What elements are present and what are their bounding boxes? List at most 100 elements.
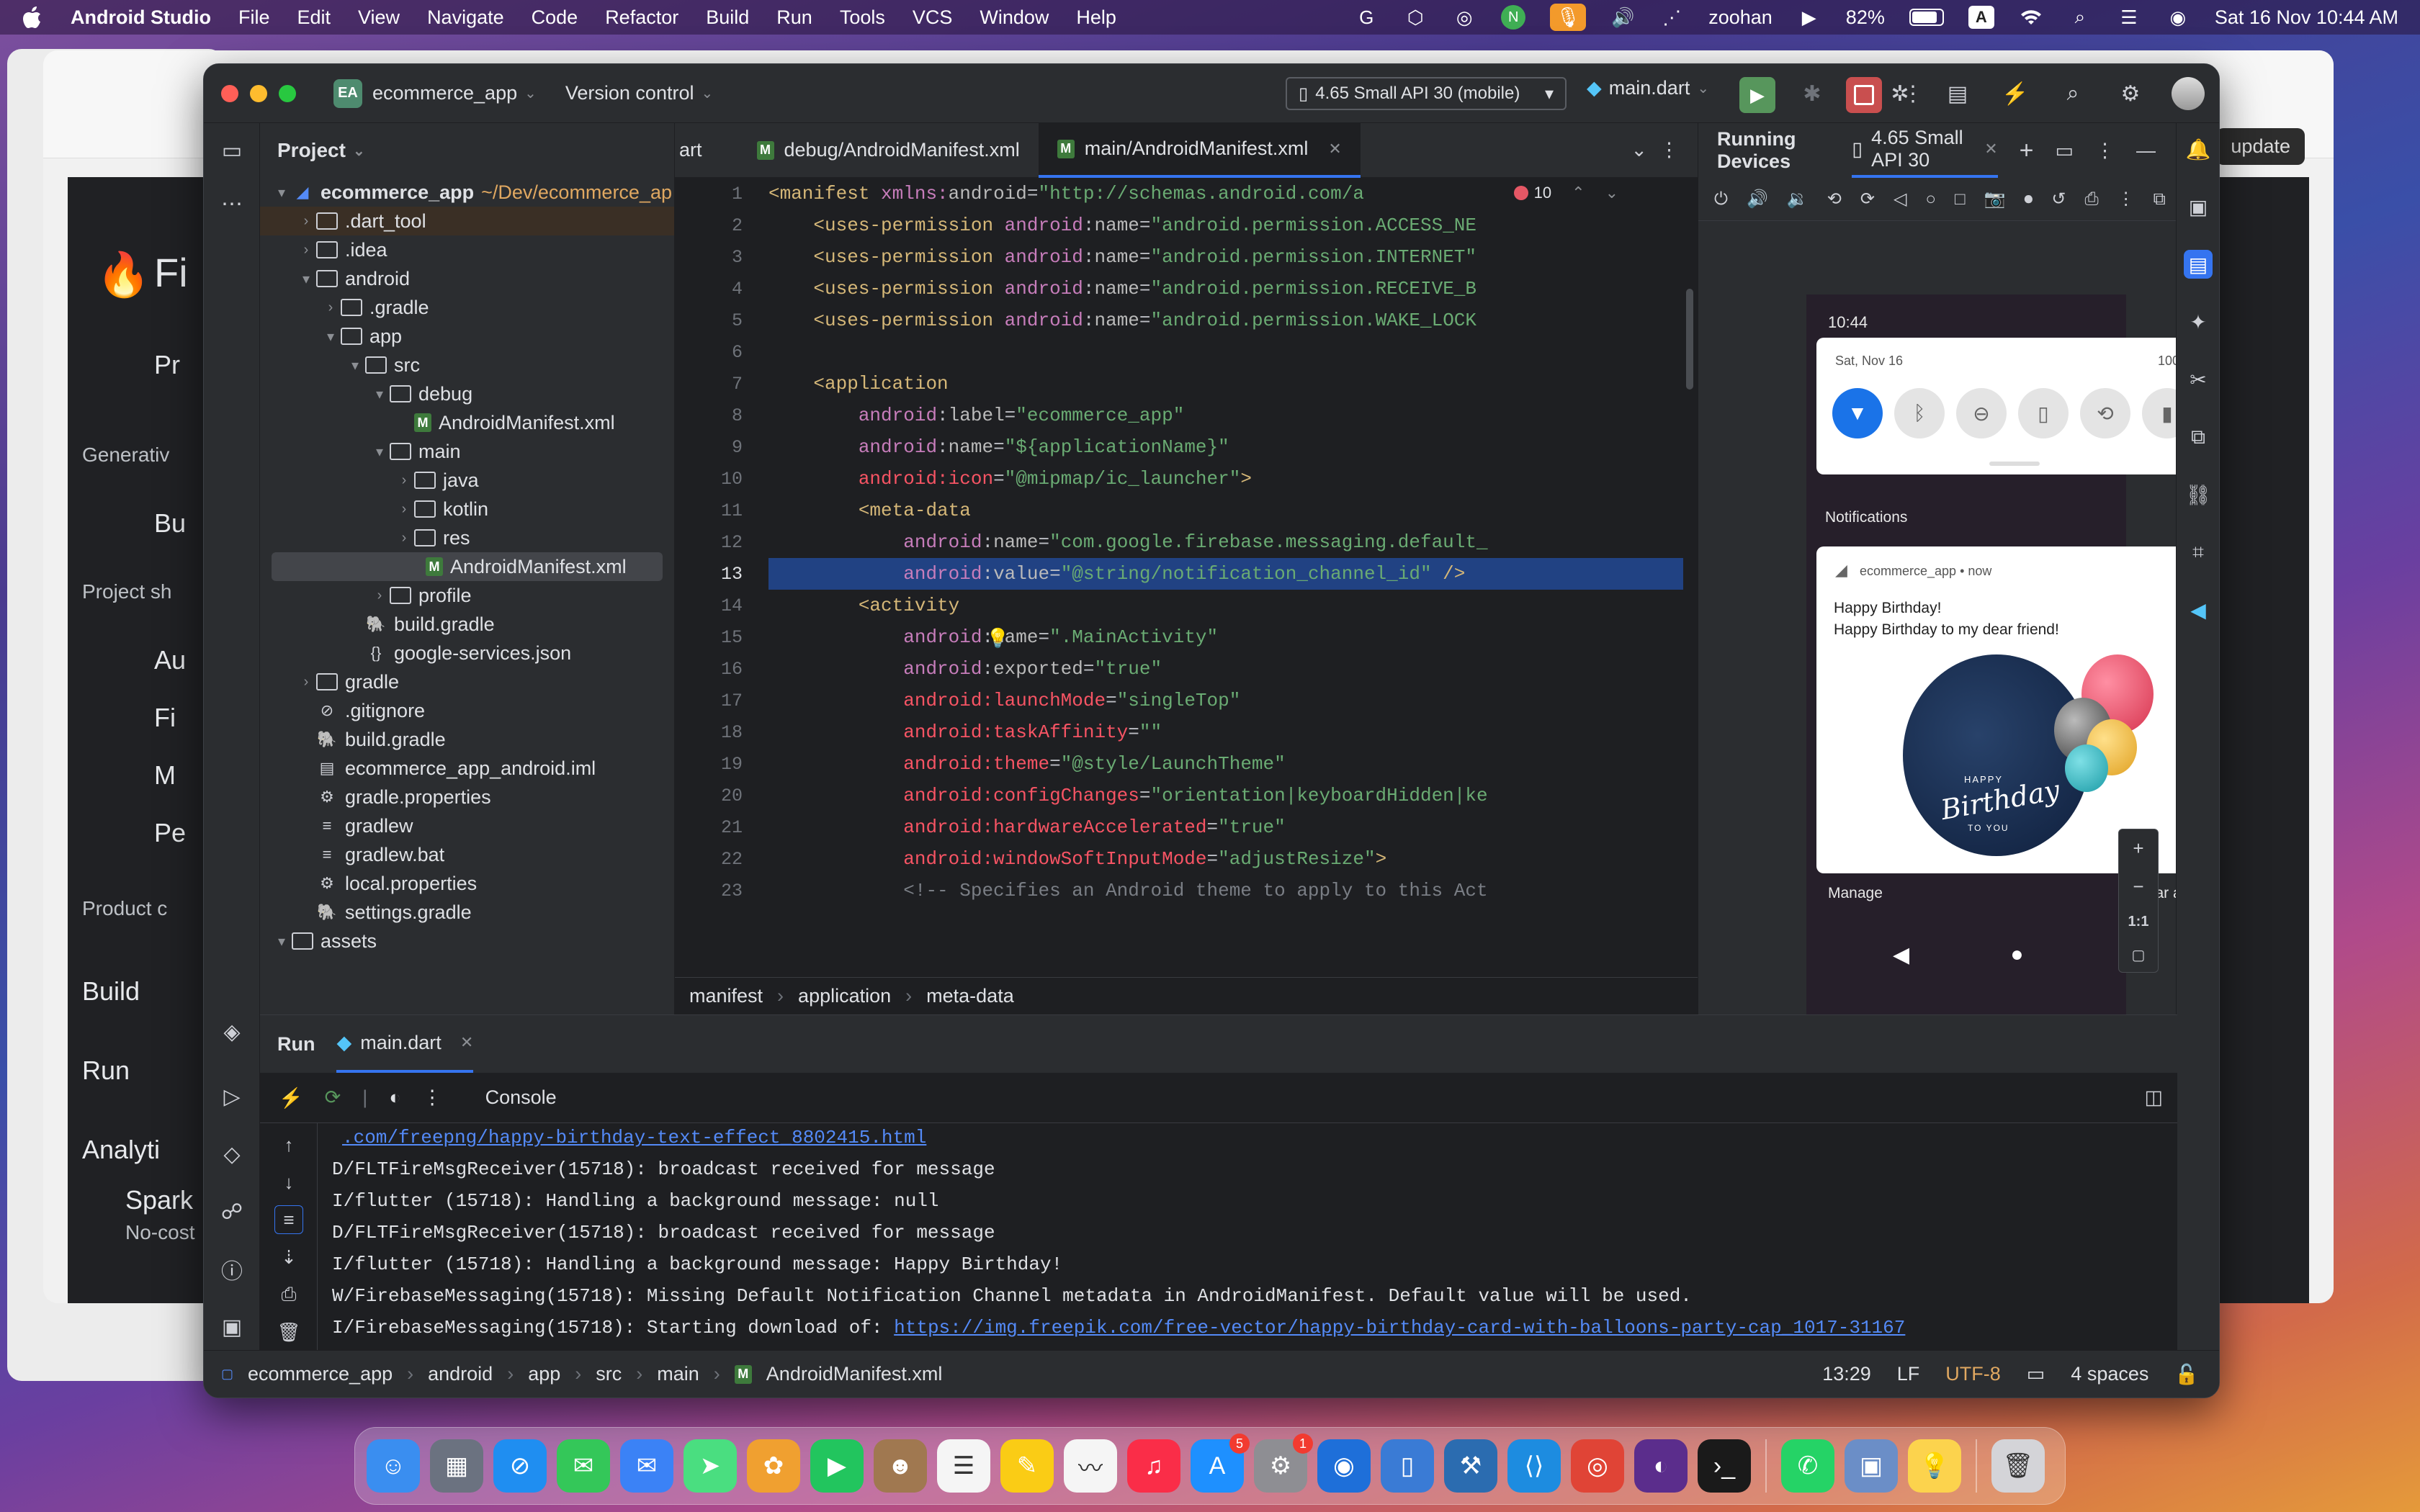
collapsed-arrow-icon[interactable]: › [369,588,390,604]
overview-icon[interactable]: □ [1955,189,1966,210]
tree-item[interactable]: {} google-services.json [260,639,674,667]
tab-list-chevron-icon[interactable]: ⌄ [1631,139,1647,161]
line-number[interactable]: 5 [685,310,743,331]
tree-item[interactable]: › profile [260,581,674,610]
menu-refactor[interactable]: Refactor [605,6,678,29]
dock-tips-icon[interactable]: 💡 [1908,1439,1961,1493]
dock-preview-icon[interactable]: ▣ [1845,1439,1898,1493]
status-path-item[interactable]: AndroidManifest.xml [766,1363,943,1385]
input-source-icon[interactable]: A [1968,6,1994,29]
run-tab-main-dart[interactable]: ◆ main.dart ✕ [336,1015,474,1073]
fit-screen-icon[interactable]: ▢ [2132,946,2146,964]
status-path-item[interactable]: src [596,1363,622,1385]
breadcrumb-item[interactable]: meta-data [926,985,1014,1007]
collapsed-arrow-icon[interactable]: › [296,213,316,230]
tree-item[interactable]: › gradle [260,667,674,696]
collapsed-arrow-icon[interactable]: › [394,501,414,518]
wifi-icon[interactable] [2019,5,2043,30]
chevron-down-icon[interactable]: ⌄ [701,84,713,102]
record-icon[interactable]: ⏺ [2024,189,2033,210]
line-number[interactable]: 21 [685,817,743,838]
notifications-icon[interactable]: 🔔 [2184,135,2213,163]
line-number[interactable]: 13 [685,564,743,585]
console-output[interactable]: .com/freepng/happy-birthday-text-effect_… [332,1123,2163,1351]
status-path-item[interactable]: app [528,1363,560,1385]
indent-setting[interactable]: 4 spaces [2071,1363,2148,1385]
up-arrow-icon[interactable]: ↑ [274,1130,303,1159]
device-manager-icon[interactable]: ▤ [1941,77,1974,110]
menu-app-name[interactable]: Android Studio [71,6,211,29]
hot-reload-icon[interactable]: ⚡ [1999,77,2032,110]
problems-icon[interactable]: ⓘ [216,1254,248,1285]
scissors-icon[interactable]: ✂ [2184,365,2213,394]
close-tab-icon[interactable]: ✕ [460,1033,473,1052]
autorotate-toggle-icon[interactable]: ⟲ [2080,388,2130,438]
menu-run[interactable]: Run [776,6,812,29]
breadcrumb-item[interactable]: manifest [689,985,763,1007]
zoom-out-icon[interactable]: − [2133,876,2143,898]
minimize-window-button[interactable] [250,84,267,102]
line-number[interactable]: 12 [685,532,743,553]
tree-item[interactable]: ⚙ local.properties [260,869,674,898]
line-number[interactable]: 15 [685,627,743,648]
dock-mail-icon[interactable]: ✉ [620,1439,673,1493]
search-icon[interactable]: ⌕ [2056,77,2089,110]
dock-chrome-icon[interactable]: ◎ [1571,1439,1624,1493]
expanded-arrow-icon[interactable]: ▾ [369,443,390,461]
flashlight-toggle-icon[interactable]: ▯ [2018,388,2069,438]
flutter-tool-icon[interactable]: ◈ [216,1016,248,1048]
drag-handle[interactable] [1989,462,2040,466]
close-window-button[interactable] [221,84,238,102]
version-control-menu[interactable]: Version control [565,82,694,104]
grammarly-icon[interactable]: G [1354,5,1379,30]
wifi-toggle-icon[interactable]: ▼ [1832,388,1883,438]
tab-more-icon[interactable]: ⋮ [1659,139,1679,161]
dock-simulator-icon[interactable]: ▯ [1381,1439,1434,1493]
zoom-ratio[interactable]: 1:1 [2128,914,2149,930]
expanded-arrow-icon[interactable]: ▾ [296,270,316,288]
tree-item[interactable]: › kotlin [260,495,674,523]
inspection-widget[interactable]: 10 ⌃ ⌄ [1513,184,1618,202]
editor-tab-1[interactable]: M debug/AndroidManifest.xml [738,123,1039,178]
gem-icon[interactable]: ◇ [216,1138,248,1170]
collapsed-arrow-icon[interactable]: › [394,530,414,546]
dock-finder-icon[interactable]: ☺ [367,1439,420,1493]
menu-window[interactable]: Window [980,6,1049,29]
more-options-icon[interactable]: ⋮ [2095,140,2115,162]
tree-item[interactable]: › java [260,466,674,495]
link-icon[interactable]: ⛓ [2184,480,2213,509]
logcat-icon[interactable]: ☍ [216,1196,248,1228]
tree-item[interactable]: › .dart_tool [260,207,674,235]
line-number[interactable]: 3 [685,247,743,268]
lightbulb-icon[interactable]: 💡 [986,627,1009,649]
username-label[interactable]: zoohan [1708,6,1773,29]
tree-item[interactable]: 🐘 build.gradle [260,725,674,754]
line-number[interactable]: 10 [685,469,743,490]
tree-item[interactable]: ⚙ gradle.properties [260,783,674,811]
prev-error-icon[interactable]: ⌃ [1572,184,1585,202]
close-tab-icon[interactable]: ✕ [1328,140,1341,158]
running-devices-icon[interactable]: ▤ [2184,250,2213,279]
chat-icon[interactable]: ▭ [2027,1363,2045,1385]
dock-app-store-icon[interactable]: A5 [1191,1434,1250,1493]
status-path-item[interactable]: android [428,1363,493,1385]
line-number[interactable]: 17 [685,690,743,711]
microphone-icon[interactable]: 🎙 [1550,4,1587,31]
device-file-icon[interactable]: ▣ [2184,192,2213,221]
minimize-panel-icon[interactable]: — [2136,140,2156,162]
trash-icon[interactable]: 🗑 [274,1318,303,1346]
dock-github-desktop-icon[interactable]: ◐ [1634,1439,1688,1493]
lock-icon[interactable]: 🔓 [2174,1363,2199,1386]
dock-photos-icon[interactable]: ✿ [747,1439,800,1493]
status-path-item[interactable]: ecommerce_app [248,1363,393,1385]
line-number[interactable]: 7 [685,374,743,395]
tree-item[interactable]: ▤ ecommerce_app_android.iml [260,754,674,783]
devtools-icon[interactable]: ◐ [389,1086,400,1109]
dock-xcode-instruments-icon[interactable]: ◉ [1317,1439,1371,1493]
volume-icon[interactable]: 🔊 [1610,5,1635,30]
tree-item[interactable]: ▾ main [260,437,674,466]
tree-item[interactable]: › .gradle [260,293,674,322]
rotate-left-icon[interactable]: ⟲ [1827,189,1842,210]
collapsed-arrow-icon[interactable]: › [394,472,414,489]
breadcrumb-item[interactable]: application [798,985,891,1007]
